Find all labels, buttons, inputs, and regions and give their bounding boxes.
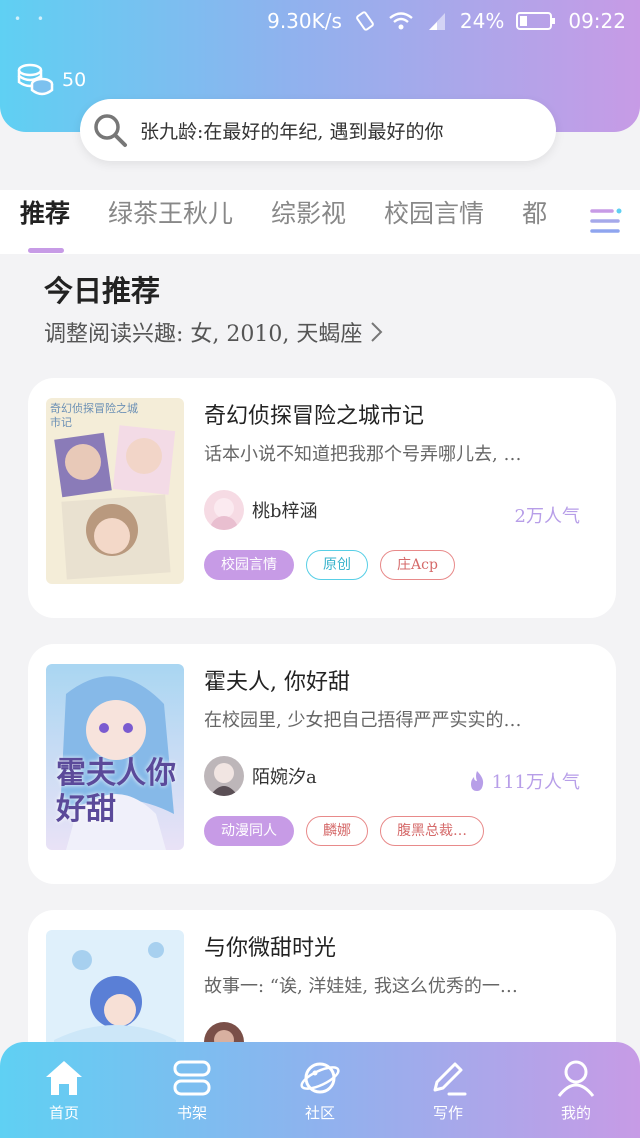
wifi-icon xyxy=(389,12,413,30)
book-cover: 霍夫人你好甜 xyxy=(46,664,184,850)
popularity: 2万人气 xyxy=(515,502,580,528)
tab-recommend[interactable]: 推荐 xyxy=(20,194,70,230)
popularity: 111万人气 xyxy=(468,768,580,794)
book-title: 奇幻侦探冒险之城市记 xyxy=(204,404,425,429)
coin-count: 50 xyxy=(62,69,87,91)
tab-lvcha[interactable]: 绿茶王秋儿 xyxy=(108,194,233,230)
profile-icon xyxy=(557,1060,595,1097)
bookshelf-icon xyxy=(173,1060,211,1095)
nav-label: 社区 xyxy=(304,1103,335,1122)
tag-list: 校园言情 原创 庄Acp xyxy=(204,550,455,580)
cover-title-text: 奇幻侦探冒险之城市记 xyxy=(50,402,138,429)
home-icon xyxy=(46,1060,82,1095)
avatar xyxy=(204,756,244,796)
tag[interactable]: 动漫同人 xyxy=(204,816,294,846)
nav-home[interactable]: 首页 xyxy=(14,1058,114,1123)
nav-write[interactable]: 写作 xyxy=(398,1058,498,1123)
tab-urban[interactable]: 都 xyxy=(522,194,547,230)
vibrate-icon xyxy=(356,11,374,31)
coin-balance[interactable]: 50 xyxy=(16,62,86,98)
battery-percent: 24% xyxy=(459,9,505,33)
nav-label: 我的 xyxy=(560,1103,591,1122)
avatar xyxy=(204,490,244,530)
nav-label: 书架 xyxy=(176,1103,207,1122)
nav-label: 首页 xyxy=(48,1103,79,1122)
popularity-count: 111万人气 xyxy=(491,772,580,793)
category-tabs: 推荐 绿茶王秋儿 综影视 校园言情 都 xyxy=(0,190,640,254)
book-card[interactable]: 奇幻侦探冒险之城市记 奇幻侦探冒险之城市记 话本小说不知道把我那个号弄哪儿去, … xyxy=(28,378,616,618)
search-icon xyxy=(94,114,127,147)
book-description: 故事一: “诶, 洋娃娃, 我这么优秀的一… xyxy=(204,976,518,997)
tag[interactable]: 原创 xyxy=(306,550,368,580)
cover-title-text: 霍夫人你好甜 xyxy=(56,756,176,827)
nav-profile[interactable]: 我的 xyxy=(526,1058,626,1123)
interest-settings-link[interactable]: 调整阅读兴趣: 女, 2010, 天蝎座 xyxy=(44,316,384,348)
chevron-right-icon xyxy=(371,322,383,342)
status-right: 9.30K/s 24% 09:22 xyxy=(267,9,626,33)
author-name: 陌婉汐a xyxy=(252,767,317,788)
tag[interactable]: 麟娜 xyxy=(306,816,368,846)
notification-dots: • • xyxy=(14,12,50,26)
interest-settings-text: 调整阅读兴趣: 女, 2010, 天蝎座 xyxy=(44,322,363,347)
book-title: 与你微甜时光 xyxy=(204,936,337,961)
network-speed: 9.30K/s xyxy=(267,9,342,33)
book-cover: 奇幻侦探冒险之城市记 xyxy=(46,398,184,584)
battery-icon xyxy=(516,12,556,30)
tab-menu-icon[interactable] xyxy=(588,206,622,236)
signal-icon xyxy=(428,13,445,30)
tab-list: 推荐 绿茶王秋儿 综影视 校园言情 都 xyxy=(20,194,547,230)
app-root: • • 9.30K/s 24% 09:22 50 张九龄:在最好的年纪, 遇到最… xyxy=(0,0,640,1138)
author-info[interactable]: 桃b梓涵 xyxy=(204,490,318,530)
tab-zongyingshi[interactable]: 综影视 xyxy=(271,194,346,230)
author-info[interactable]: 陌婉汐a xyxy=(204,756,317,796)
search-bar[interactable]: 张九龄:在最好的年纪, 遇到最好的你 xyxy=(80,99,556,161)
tag-list: 动漫同人 麟娜 腹黑总裁… xyxy=(204,816,484,846)
book-description: 话本小说不知道把我那个号弄哪儿去, … xyxy=(204,444,522,465)
bottom-navigation: 首页 书架 社区 写作 我的 xyxy=(0,1042,640,1138)
flame-icon xyxy=(470,771,483,791)
tag[interactable]: 庄Acp xyxy=(380,550,455,580)
tag[interactable]: 腹黑总裁… xyxy=(380,816,484,846)
status-bar: • • 9.30K/s 24% 09:22 xyxy=(0,0,640,44)
nav-bookshelf[interactable]: 书架 xyxy=(142,1058,242,1123)
community-icon xyxy=(300,1062,340,1093)
write-icon xyxy=(433,1062,467,1095)
book-card[interactable]: 霍夫人你好甜 霍夫人, 你好甜 在校园里, 少女把自己捂得严严实实的… 陌婉汐a… xyxy=(28,644,616,884)
popularity-count: 2万人气 xyxy=(514,506,580,527)
section-title: 今日推荐 xyxy=(44,274,161,308)
author-name: 桃b梓涵 xyxy=(252,501,318,522)
tag[interactable]: 校园言情 xyxy=(204,550,294,580)
active-tab-indicator xyxy=(28,248,64,253)
tab-campus-romance[interactable]: 校园言情 xyxy=(384,194,484,230)
book-description: 在校园里, 少女把自己捂得严严实实的… xyxy=(204,710,522,731)
nav-label: 写作 xyxy=(432,1103,463,1122)
clock: 09:22 xyxy=(568,9,626,33)
book-title: 霍夫人, 你好甜 xyxy=(204,670,350,695)
nav-community[interactable]: 社区 xyxy=(270,1058,370,1123)
search-query: 张九龄:在最好的年纪, 遇到最好的你 xyxy=(140,120,444,143)
coins-icon xyxy=(17,63,54,96)
